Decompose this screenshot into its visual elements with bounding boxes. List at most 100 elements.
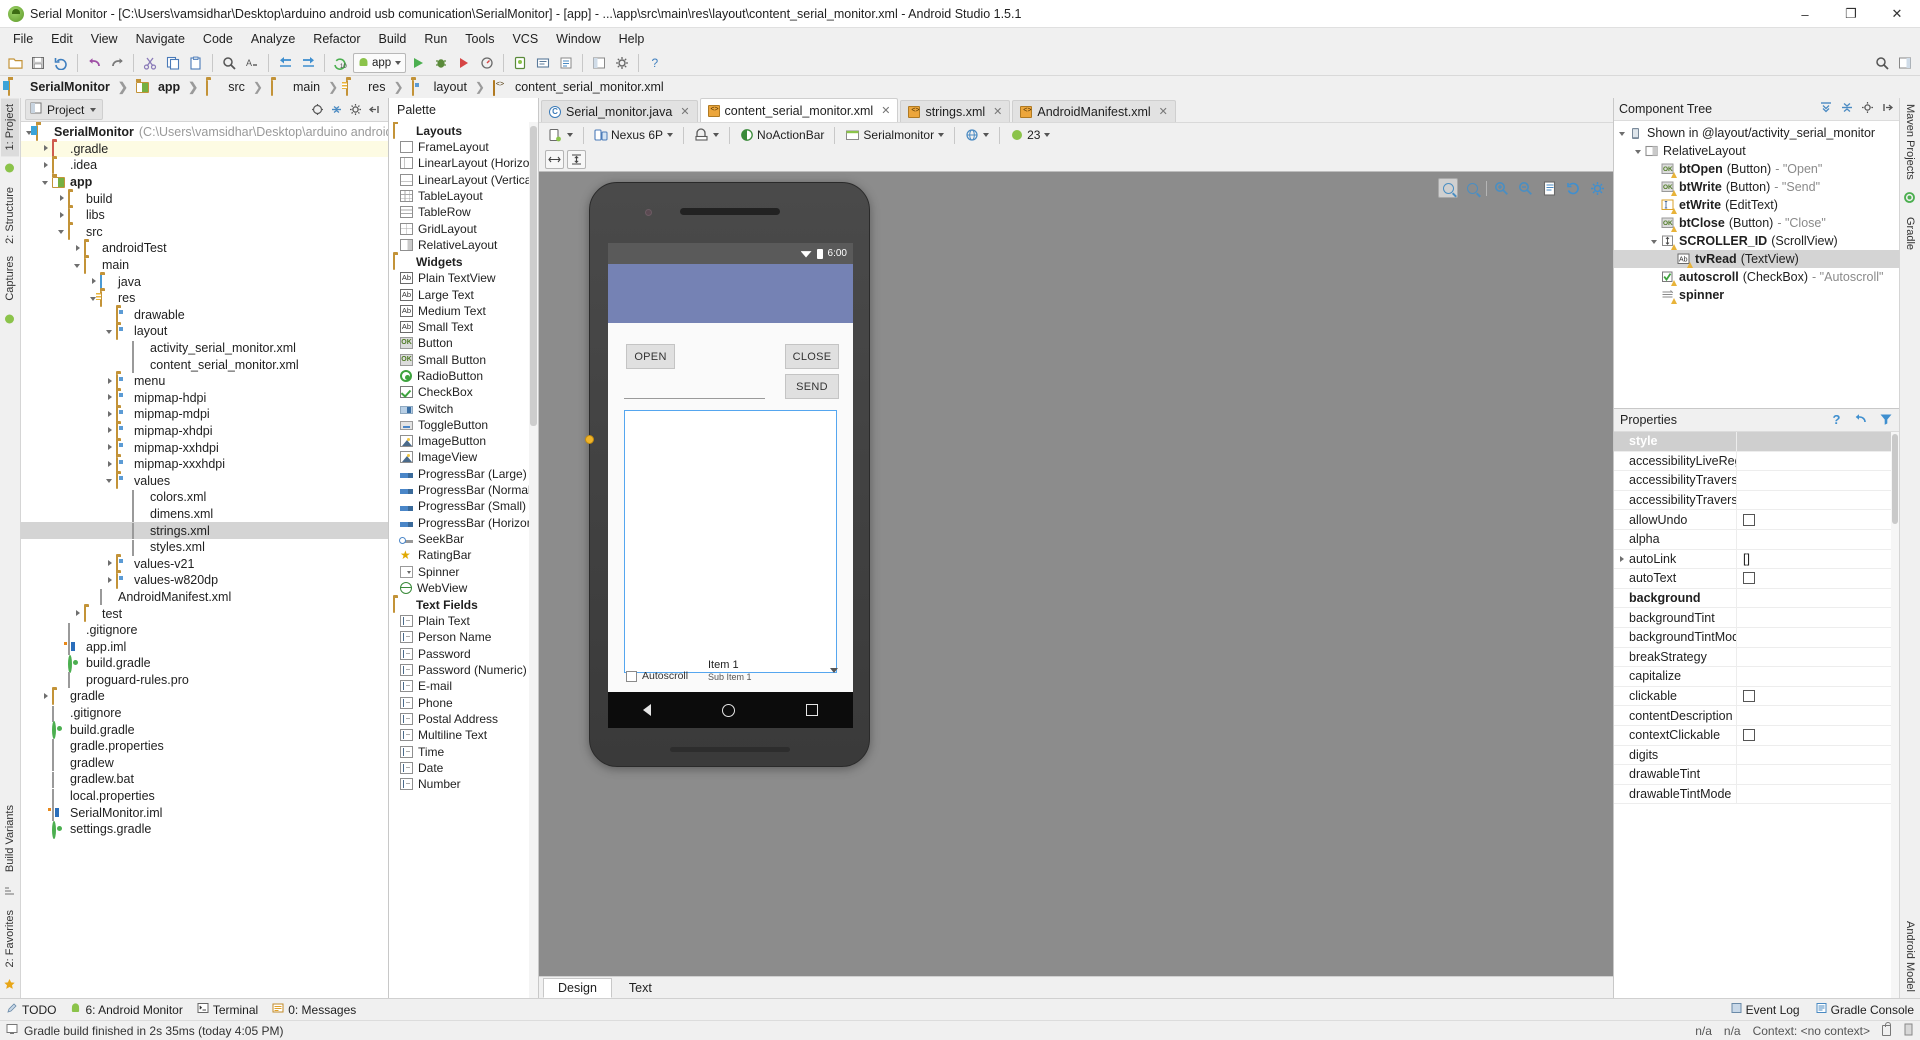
- close-icon[interactable]: ✕: [680, 105, 689, 118]
- breadcrumb-file[interactable]: content_serial_monitor.xml: [491, 79, 666, 96]
- sidebar-item-build-variants[interactable]: Build Variants: [1, 799, 19, 878]
- preview-spinner[interactable]: Item 1 Sub Item 1: [708, 654, 848, 688]
- sdk-manager-icon[interactable]: [532, 52, 554, 74]
- project-tree-item-gradle-properties[interactable]: gradle.properties: [21, 738, 388, 755]
- breadcrumb-src[interactable]: src ❯: [204, 79, 269, 96]
- project-tree-item-libs[interactable]: libs: [21, 207, 388, 224]
- project-tree-item-gradle[interactable]: gradle: [21, 688, 388, 705]
- locate-icon[interactable]: [311, 103, 325, 117]
- menu-view[interactable]: View: [82, 29, 127, 49]
- orientation-selector[interactable]: [689, 125, 724, 145]
- hide-panel-icon[interactable]: [1881, 101, 1894, 117]
- palette-item-number[interactable]: Number: [389, 776, 538, 792]
- project-tree-item--idea[interactable]: .idea: [21, 157, 388, 174]
- sidebar-item-project[interactable]: 1: Project: [1, 98, 19, 157]
- debug-icon[interactable]: [430, 52, 452, 74]
- project-tree-item-local-properties[interactable]: local.properties: [21, 788, 388, 805]
- activity-selector[interactable]: Serialmonitor: [840, 125, 949, 145]
- chevron-right-icon[interactable]: [41, 691, 52, 702]
- api-selector[interactable]: 23: [1005, 125, 1055, 145]
- menu-refactor[interactable]: Refactor: [304, 29, 369, 49]
- project-tree-item-mipmap-xhdpi[interactable]: mipmap-xhdpi: [21, 423, 388, 440]
- editor-tab-androidmanifest-xml[interactable]: AndroidManifest.xml ✕: [1012, 100, 1176, 122]
- project-tree-item-values-w820dp[interactable]: values-w820dp: [21, 572, 388, 589]
- run-configuration-selector[interactable]: app: [353, 52, 407, 73]
- run-coverage-icon[interactable]: [453, 52, 475, 74]
- help-icon[interactable]: ?: [1830, 412, 1843, 429]
- menu-navigate[interactable]: Navigate: [127, 29, 194, 49]
- project-tree-item-androidmanifest-xml[interactable]: AndroidManifest.xml: [21, 589, 388, 606]
- chevron-down-icon[interactable]: [57, 226, 68, 237]
- menu-analyze[interactable]: Analyze: [242, 29, 304, 49]
- sidebar-item-favorites[interactable]: 2: Favorites: [1, 904, 19, 973]
- property-value-cell[interactable]: []: [1736, 549, 1899, 569]
- project-tree-item-app-iml[interactable]: app.iml: [21, 638, 388, 656]
- property-value-cell[interactable]: [1736, 510, 1899, 529]
- chevron-down-icon[interactable]: [1618, 128, 1629, 139]
- palette-list[interactable]: Layouts FrameLayoutLinearLayout (Horizont…: [389, 122, 538, 998]
- run-icon[interactable]: [407, 52, 429, 74]
- menu-help[interactable]: Help: [610, 29, 654, 49]
- forward-icon[interactable]: [297, 52, 319, 74]
- chevron-down-icon[interactable]: [105, 475, 116, 486]
- palette-item-tablelayout[interactable]: TableLayout: [389, 188, 538, 204]
- tool-android-monitor[interactable]: 6: Android Monitor: [70, 1002, 183, 1017]
- tab-text[interactable]: Text: [614, 978, 667, 998]
- property-row-style[interactable]: style: [1614, 432, 1899, 452]
- palette-item-switch[interactable]: Switch: [389, 400, 538, 416]
- component-tree[interactable]: Shown in @layout/activity_serial_monitor…: [1614, 121, 1899, 408]
- project-tree-item-serialmonitor-iml[interactable]: SerialMonitor.iml: [21, 804, 388, 822]
- palette-item-linearlayout-horizontal-[interactable]: LinearLayout (Horizontal): [389, 155, 538, 171]
- hide-panel-icon[interactable]: [368, 103, 382, 117]
- zoom-in-icon[interactable]: [1491, 178, 1511, 198]
- property-row-accessibilitytraversalbefc[interactable]: accessibilityTraversalBefc: [1614, 490, 1899, 511]
- properties-scrollbar[interactable]: [1891, 432, 1899, 998]
- project-tree-item-values[interactable]: values: [21, 472, 388, 490]
- project-tree-item-dimens-xml[interactable]: dimens.xml: [21, 506, 388, 523]
- chevron-right-icon[interactable]: [57, 193, 68, 204]
- palette-item-progressbar-normal-[interactable]: ProgressBar (Normal): [389, 482, 538, 498]
- collapse-all-icon[interactable]: [330, 103, 344, 117]
- project-tree-item-colors-xml[interactable]: colors.xml: [21, 489, 388, 506]
- palette-item-seekbar[interactable]: SeekBar: [389, 531, 538, 547]
- palette-item-e-mail[interactable]: E-mail: [389, 678, 538, 694]
- palette-item-framelayout[interactable]: FrameLayout: [389, 139, 538, 155]
- palette-scroll-thumb[interactable]: [530, 126, 537, 426]
- menu-build[interactable]: Build: [370, 29, 416, 49]
- preview-autoscroll-checkbox[interactable]: Autoscroll: [626, 670, 688, 682]
- palette-item-multiline-text[interactable]: Multiline Text: [389, 727, 538, 743]
- chevron-right-icon[interactable]: [105, 442, 116, 453]
- breadcrumb-main[interactable]: main ❯: [269, 79, 344, 96]
- project-tree-item-main[interactable]: main: [21, 257, 388, 274]
- palette-item-date[interactable]: Date: [389, 760, 538, 776]
- properties-scroll-thumb[interactable]: [1892, 434, 1898, 524]
- chevron-right-icon[interactable]: [73, 608, 84, 619]
- breadcrumb-res[interactable]: res ❯: [344, 79, 409, 96]
- property-row-contentdescription[interactable]: contentDescription: [1614, 706, 1899, 726]
- profile-icon[interactable]: [476, 52, 498, 74]
- checkbox-icon[interactable]: [1743, 513, 1755, 526]
- palette-item-ratingbar[interactable]: ★ RatingBar: [389, 547, 538, 563]
- palette-item-togglebutton[interactable]: ToggleButton: [389, 417, 538, 433]
- close-icon[interactable]: ✕: [993, 105, 1002, 118]
- chevron-right-icon[interactable]: [105, 392, 116, 403]
- palette-item-medium-text[interactable]: Ab Medium Text: [389, 303, 538, 319]
- property-value-cell[interactable]: [1736, 490, 1899, 510]
- project-tree-item-gradlew[interactable]: gradlew: [21, 755, 388, 772]
- chevron-down-icon[interactable]: [105, 326, 116, 337]
- tool-terminal[interactable]: Terminal: [197, 1002, 258, 1017]
- component-tree-item-btclose[interactable]: OK btClose (Button) - "Close": [1614, 214, 1899, 232]
- project-tree-item-content-serial-monitor-xml[interactable]: content_serial_monitor.xml: [21, 356, 388, 374]
- component-tree-item-shown-in-layout-activity-serial-monitor[interactable]: Shown in @layout/activity_serial_monitor: [1614, 124, 1899, 142]
- close-icon[interactable]: ✕: [1159, 105, 1168, 118]
- vertical-align-icon[interactable]: [567, 149, 586, 169]
- palette-scrollbar[interactable]: [529, 122, 538, 998]
- project-tree-item-build-gradle[interactable]: build.gradle: [21, 721, 388, 740]
- document-icon[interactable]: [1539, 178, 1559, 198]
- layout-switch-icon[interactable]: [1894, 52, 1916, 74]
- palette-group-layouts[interactable]: Layouts: [389, 122, 538, 139]
- component-tree-item-btopen[interactable]: OK btOpen (Button) - "Open": [1614, 160, 1899, 178]
- preview-send-button[interactable]: SEND: [785, 374, 839, 399]
- project-tree-item-proguard-rules-pro[interactable]: proguard-rules.pro: [21, 672, 388, 689]
- sync-project-icon[interactable]: [50, 52, 72, 74]
